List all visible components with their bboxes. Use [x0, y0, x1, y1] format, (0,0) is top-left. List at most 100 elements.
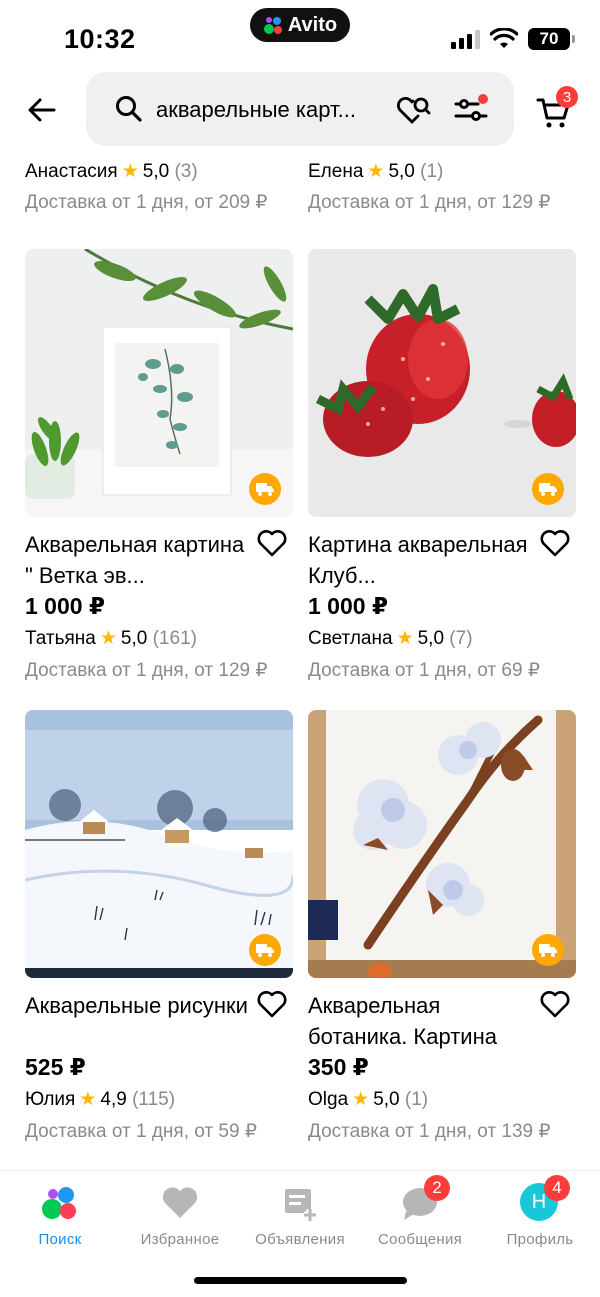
product-price: 350 ₽	[308, 1054, 369, 1080]
messages-badge: 2	[424, 1175, 450, 1201]
product-card[interactable]: Акварельная картина " Ветка эв... 1 000 …	[25, 249, 293, 682]
seller-name: Елена	[308, 161, 364, 182]
favorite-heart-icon[interactable]	[540, 529, 570, 557]
favorite-heart-icon[interactable]	[540, 990, 570, 1018]
heart-icon	[160, 1183, 200, 1223]
seller-name: Светлана	[308, 628, 393, 649]
delivery-truck-icon	[249, 473, 281, 505]
rating-value: 4,9	[100, 1089, 127, 1110]
search-query-text: акварельные карт...	[156, 97, 356, 122]
delivery-info: Доставка от 1 дня, от 69 ₽	[308, 660, 540, 681]
delivery-info: Доставка от 1 дня, от 59 ₽	[25, 1121, 257, 1142]
seller-line: Светлана ★ 5,0 (7)	[308, 627, 576, 655]
search-header: акварельные карт... 3	[0, 70, 600, 152]
rating-value: 5,0	[417, 628, 445, 649]
rating-star-icon: ★	[99, 628, 117, 649]
favorite-heart-icon[interactable]	[257, 990, 287, 1018]
product-image[interactable]	[25, 710, 293, 978]
tab-listings[interactable]: Объявления	[240, 1179, 360, 1249]
review-count: (115)	[132, 1089, 176, 1110]
avito-dynamic-island: Avito	[250, 8, 350, 42]
rating-value: 5,0	[142, 161, 170, 182]
avatar-icon: Н 4	[520, 1175, 570, 1223]
battery-level: 70	[539, 29, 559, 48]
delivery-info: Доставка от 1 дня, от 129 ₽	[25, 660, 268, 681]
seller-name: Юлия	[25, 1089, 76, 1110]
tab-label: Объявления	[255, 1231, 345, 1248]
product-image[interactable]	[308, 249, 576, 517]
back-arrow-icon[interactable]	[24, 92, 60, 128]
battery-icon: 70	[528, 28, 575, 50]
cart-button[interactable]: 3	[536, 86, 578, 130]
product-price: 1 000 ₽	[308, 593, 388, 619]
delivery-truck-icon	[532, 934, 564, 966]
delivery-info: Доставка от 1 дня, от 209 ₽	[25, 192, 268, 213]
seller-line: Анастасия ★ 5,0 (3)	[25, 160, 295, 183]
product-title[interactable]: Акварельные рисунки	[25, 990, 257, 1052]
seller-name: Olga	[308, 1089, 349, 1110]
rating-star-icon: ★	[79, 1089, 97, 1110]
product-grid: Анастасия ★ 5,0 (3) Доставка от 1 дня, от …	[0, 152, 600, 1170]
delivery-info: Доставка от 1 дня, от 129 ₽	[308, 192, 551, 213]
product-card[interactable]: Акварельная ботаника. Картина 350 ₽ Olga…	[308, 710, 576, 1143]
tab-label: Избранное	[140, 1231, 220, 1248]
favorite-heart-icon[interactable]	[257, 529, 287, 557]
review-count: (3)	[174, 161, 198, 182]
rating-star-icon: ★	[352, 1089, 370, 1110]
rating-star-icon: ★	[396, 628, 414, 649]
search-dots-icon	[40, 1183, 80, 1223]
tab-profile[interactable]: Н 4 Профиль	[480, 1175, 600, 1249]
product-card[interactable]: Картина акварельная Клуб... 1 000 ₽ Свет…	[308, 249, 576, 682]
status-indicators: 70	[451, 28, 575, 50]
seller-name: Татьяна	[25, 628, 96, 649]
home-indicator[interactable]	[194, 1277, 407, 1284]
filters-icon[interactable]	[454, 94, 488, 124]
status-bar: 10:32 Avito 70	[0, 0, 600, 76]
review-count: (1)	[404, 1089, 429, 1110]
seller-line: Елена ★ 5,0 (1)	[308, 160, 578, 183]
tab-label: Профиль	[506, 1231, 574, 1248]
rating-value: 5,0	[120, 628, 148, 649]
rating-value: 5,0	[388, 161, 415, 182]
seller-line: Татьяна ★ 5,0 (161)	[25, 627, 293, 655]
listing-add-icon	[280, 1183, 320, 1223]
seller-name: Анастасия	[25, 161, 118, 182]
product-card[interactable]: Акварельные рисунки 525 ₽ Юлия ★ 4,9 (115)…	[25, 710, 293, 1143]
seller-line: Юлия ★ 4,9 (115)	[25, 1088, 293, 1116]
seller-line: Olga ★ 5,0 (1)	[308, 1088, 576, 1116]
partial-card-right[interactable]: Елена ★ 5,0 (1) Доставка от 1 дня, от 129 …	[308, 160, 578, 214]
tab-label: Сообщения	[377, 1231, 463, 1248]
wifi-icon	[490, 28, 518, 48]
tab-messages[interactable]: 2 Сообщения	[360, 1175, 480, 1249]
delivery-truck-icon	[532, 473, 564, 505]
tab-search[interactable]: Поиск	[0, 1179, 120, 1249]
tab-label: Поиск	[38, 1231, 82, 1248]
delivery-truck-icon	[249, 934, 281, 966]
product-title[interactable]: Картина акварельная Клуб...	[308, 529, 540, 591]
chat-bubble-icon: 2	[400, 1175, 450, 1223]
status-time: 10:32	[64, 24, 136, 54]
rating-star-icon: ★	[367, 161, 385, 182]
cart-count-badge: 3	[556, 86, 578, 108]
search-input[interactable]: акварельные карт...	[86, 72, 514, 146]
avito-logo-icon	[263, 15, 283, 35]
rating-star-icon: ★	[121, 161, 139, 182]
product-image[interactable]	[308, 710, 576, 978]
save-search-heart-icon[interactable]	[396, 94, 434, 126]
product-price: 525 ₽	[25, 1054, 86, 1080]
product-title[interactable]: Акварельная картина " Ветка эв...	[25, 529, 257, 591]
rating-value: 5,0	[373, 1089, 400, 1110]
partial-row-top: Анастасия ★ 5,0 (3) Доставка от 1 дня, от …	[0, 152, 600, 232]
tab-favorites[interactable]: Избранное	[120, 1179, 240, 1249]
delivery-info: Доставка от 1 дня, от 139 ₽	[308, 1121, 551, 1142]
partial-card-left[interactable]: Анастасия ★ 5,0 (3) Доставка от 1 дня, от …	[25, 160, 295, 214]
avito-pill-label: Avito	[287, 13, 338, 36]
cellular-signal-icon	[451, 29, 480, 49]
review-count: (7)	[449, 628, 473, 649]
profile-badge: 4	[544, 1175, 570, 1201]
product-title[interactable]: Акварельная ботаника. Картина	[308, 990, 540, 1052]
product-image[interactable]	[25, 249, 293, 517]
search-icon	[116, 96, 142, 122]
review-count: (161)	[152, 628, 197, 649]
review-count: (1)	[420, 161, 444, 182]
